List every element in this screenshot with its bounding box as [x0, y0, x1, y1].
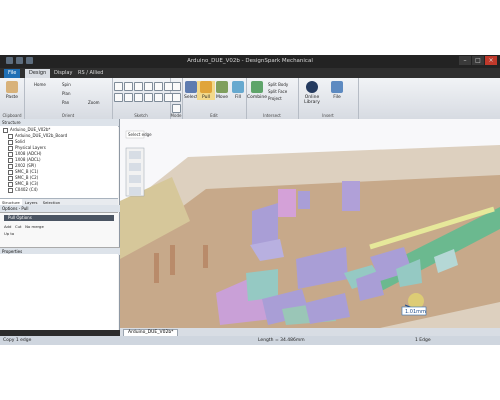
- status-length: Length = 34.486mm: [258, 338, 305, 343]
- sketch-group: Sketch: [112, 78, 173, 119]
- component-purple: [298, 191, 310, 209]
- left-panel: Structure Arduino_DUE_V02b* Arduino_DUE_…: [0, 119, 120, 330]
- standoff: [154, 253, 159, 283]
- tab-design[interactable]: Design: [25, 69, 51, 78]
- pull-mode-row: Add Cut No merge: [4, 224, 44, 229]
- paste-icon: [6, 81, 18, 93]
- pull-icon: [200, 81, 212, 93]
- status-message: Copy 1 edge: [3, 338, 32, 343]
- tab-display[interactable]: Display: [50, 69, 76, 78]
- section-mode-icon[interactable]: [172, 93, 181, 102]
- file-icon: [331, 81, 343, 93]
- document-tabs: Arduino_DUE_V02b*: [120, 328, 500, 338]
- ribbon-tabs: File Design Display RS / Allied: [0, 68, 500, 78]
- 3d-mode-icon[interactable]: [172, 104, 181, 113]
- options-panel: Pull Options Add Cut No merge Up to: [0, 212, 118, 248]
- trim-tool-icon[interactable]: [154, 93, 163, 102]
- fill-button[interactable]: Fill: [229, 81, 247, 100]
- select-face-guide-icon[interactable]: [129, 151, 141, 159]
- arc-tool-icon[interactable]: [144, 82, 153, 91]
- fill-icon: [232, 81, 244, 93]
- model-view[interactable]: 1.01mm Select edge: [120, 119, 500, 328]
- offset-tool-icon[interactable]: [144, 93, 153, 102]
- clipboard-group: Paste Clipboard: [0, 78, 25, 119]
- up-to-guide-icon[interactable]: [129, 187, 141, 195]
- orient-group: Home Spin Plan Pan Zoom Orient: [24, 78, 113, 119]
- sketch-mode-icon[interactable]: [172, 82, 181, 91]
- component-pink: [278, 189, 296, 217]
- spline-tool-icon[interactable]: [154, 82, 163, 91]
- mode-tools: [172, 82, 181, 113]
- tab-file[interactable]: File: [4, 69, 21, 78]
- insert-group: Online Library File Insert: [298, 78, 359, 119]
- structure-tree: Arduino_DUE_V02b* Arduino_DUE_V02b_Board…: [0, 126, 118, 198]
- combine-button[interactable]: Combine: [246, 81, 268, 100]
- cursor-icon: [185, 81, 197, 93]
- dimension-value: 1.01mm: [405, 309, 426, 315]
- pull-options-title: Pull Options: [4, 215, 114, 221]
- maximize-icon[interactable]: □: [472, 56, 484, 65]
- video-frame: Arduino_DUE_V02b - DesignSpark Mechanica…: [0, 0, 500, 400]
- ellipse-tool-icon[interactable]: [124, 93, 133, 102]
- home-button[interactable]: Home: [34, 82, 46, 87]
- viewport-hint: Select edge: [128, 132, 152, 137]
- plan-button[interactable]: Plan: [62, 91, 71, 96]
- up-to-option[interactable]: Up to: [4, 231, 14, 236]
- line-tool-icon[interactable]: [114, 82, 123, 91]
- minimize-icon[interactable]: –: [459, 56, 471, 65]
- add-option[interactable]: Add: [4, 224, 11, 229]
- 3d-viewport[interactable]: 1.01mm Select edge: [120, 119, 500, 328]
- tab-rs-allied[interactable]: RS / Allied: [74, 69, 107, 78]
- no-merge-option[interactable]: No merge: [25, 224, 44, 229]
- circle-tool-icon[interactable]: [134, 82, 143, 91]
- sketch-tools: [114, 82, 173, 102]
- edit-group: Select Pull Move Fill Edit: [182, 78, 247, 119]
- split-body-button[interactable]: Split Body: [268, 82, 288, 87]
- pan-button[interactable]: Pan: [62, 100, 69, 105]
- cut-option[interactable]: Cut: [15, 224, 22, 229]
- options-header: Options - Pull: [0, 205, 120, 212]
- standoff: [170, 245, 175, 275]
- status-selection: 1 Edge: [415, 338, 431, 343]
- spin-button[interactable]: Spin: [62, 82, 71, 87]
- intersect-group: Combine Split Body Split Face Project In…: [246, 78, 299, 119]
- select-edge-guide-icon[interactable]: [129, 163, 141, 171]
- move-icon: [216, 81, 228, 93]
- window-title: Arduino_DUE_V02b - DesignSpark Mechanica…: [187, 58, 313, 64]
- title-bar: Arduino_DUE_V02b - DesignSpark Mechanica…: [0, 55, 500, 68]
- combine-icon: [251, 81, 263, 93]
- online-library-button[interactable]: Online Library: [300, 81, 324, 105]
- globe-icon: [306, 81, 318, 93]
- pull-handle[interactable]: [408, 293, 424, 309]
- status-bar: Copy 1 edge Length = 34.486mm 1 Edge: [0, 336, 500, 345]
- paste-button[interactable]: Paste: [3, 81, 21, 100]
- tangent-arc-tool-icon[interactable]: [134, 93, 143, 102]
- component-purple: [342, 181, 360, 211]
- properties-panel: [0, 254, 118, 330]
- app-window: Arduino_DUE_V02b - DesignSpark Mechanica…: [0, 55, 500, 345]
- close-icon[interactable]: ×: [485, 56, 497, 65]
- polygon-tool-icon[interactable]: [114, 93, 123, 102]
- rectangle-tool-icon[interactable]: [124, 82, 133, 91]
- ribbon: Paste Clipboard Home Spin Plan Pan Zoom …: [0, 78, 500, 120]
- zoom-button[interactable]: Zoom: [88, 100, 100, 105]
- insert-file-button[interactable]: File: [328, 81, 346, 100]
- project-button[interactable]: Project: [268, 96, 282, 101]
- pull-direction-guide-icon[interactable]: [129, 175, 141, 183]
- tree-item[interactable]: C0402 (C4): [8, 187, 38, 193]
- split-face-button[interactable]: Split Face: [268, 89, 287, 94]
- standoff: [203, 245, 208, 268]
- window-controls: – □ ×: [459, 56, 497, 65]
